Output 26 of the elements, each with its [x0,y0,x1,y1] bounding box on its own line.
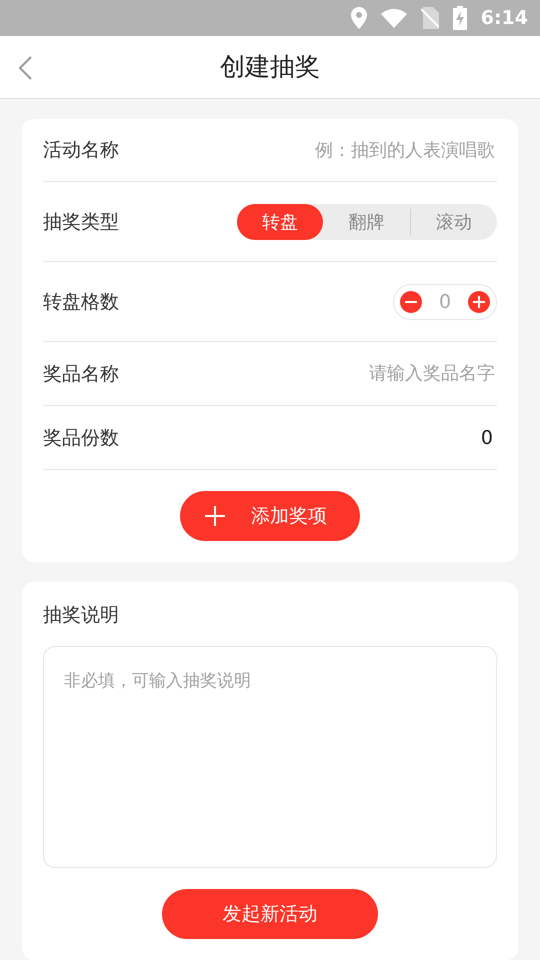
location-icon [350,6,367,29]
page-title: 创建抽奖 [220,51,320,84]
submit-button[interactable]: 发起新活动 [162,889,378,939]
segment-tab[interactable]: 翻牌 [323,204,410,240]
battery-charging-icon [452,6,467,30]
field-label: 转盘格数 [43,290,119,314]
field-label: 奖品名称 [43,362,119,386]
wifi-icon [380,8,407,28]
section-label: 抽奖说明 [43,603,120,628]
plus-icon [205,506,225,526]
status-time: 6:14 [480,6,528,29]
field-label: 活动名称 [43,138,119,163]
stepper-value: 0 [438,290,452,312]
add-prize-button[interactable]: 添加奖项 [180,491,360,541]
field-label: 抽奖类型 [43,210,119,234]
description-field[interactable]: 非必填，可输入抽奖说明 [43,646,497,868]
field-value: 0 [480,426,494,448]
no-sim-icon [420,6,439,29]
field-label: 奖品份数 [43,426,119,450]
text-input[interactable]: 例：抽到的人表演唱歌 [267,138,497,162]
text-input[interactable]: 请输入奖品名字 [267,362,497,385]
segment-tab[interactable]: 转盘 [237,204,324,240]
plus-icon[interactable] [468,290,490,312]
segment-tab[interactable]: 滚动 [410,208,497,234]
minus-icon[interactable] [400,290,422,312]
back-icon[interactable] [18,56,34,80]
